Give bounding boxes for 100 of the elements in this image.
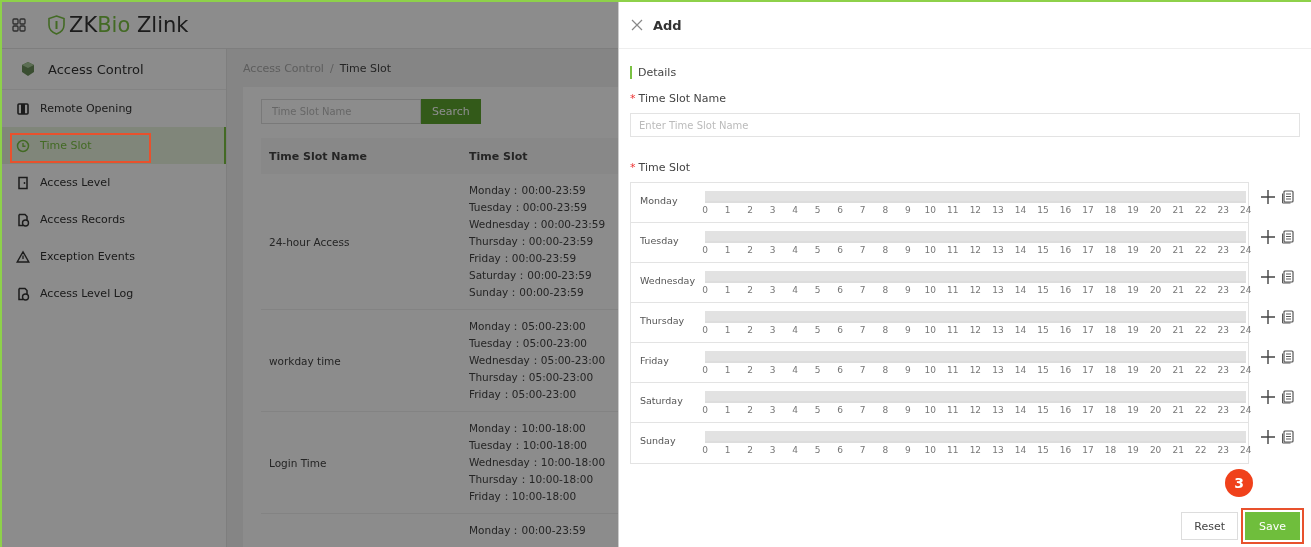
timeline-track[interactable] xyxy=(705,191,1246,203)
hour-label: 22 xyxy=(1193,325,1208,335)
hour-label: 13 xyxy=(991,405,1005,415)
hour-label: 24 xyxy=(1239,365,1253,375)
copy-icon[interactable] xyxy=(1281,350,1295,364)
hour-label: 7 xyxy=(858,205,867,215)
hour-label: 2 xyxy=(746,405,754,415)
copy-icon[interactable] xyxy=(1281,270,1295,284)
timeline-track[interactable] xyxy=(705,391,1246,403)
timeline-track[interactable] xyxy=(705,231,1246,243)
plus-icon[interactable] xyxy=(1261,230,1275,244)
hour-label: 18 xyxy=(1103,325,1118,335)
hour-label: 4 xyxy=(791,325,799,335)
hour-label: 0 xyxy=(701,245,709,255)
hour-label: 15 xyxy=(1036,365,1050,375)
hour-label: 15 xyxy=(1036,325,1050,335)
hour-label: 20 xyxy=(1148,285,1163,295)
reset-button[interactable]: Reset xyxy=(1181,512,1238,540)
sidebar-item[interactable]: Access Level xyxy=(2,164,226,201)
hour-label: 14 xyxy=(1013,325,1028,335)
hour-label: 18 xyxy=(1103,285,1118,295)
hour-label: 18 xyxy=(1103,405,1118,415)
hour-label: 0 xyxy=(701,405,709,415)
time-range: Wednesday：00:00-23:59 xyxy=(469,217,607,232)
plus-icon[interactable] xyxy=(1261,190,1275,204)
plus-icon[interactable] xyxy=(1261,350,1275,364)
plus-icon[interactable] xyxy=(1261,430,1275,444)
close-icon[interactable] xyxy=(631,19,643,31)
copy-icon[interactable] xyxy=(1281,430,1295,444)
table-cell: Login Time xyxy=(269,456,327,469)
sidebar-item[interactable]: Remote Opening xyxy=(2,90,226,127)
hour-label: 7 xyxy=(858,325,867,335)
hour-label: 14 xyxy=(1013,205,1028,215)
day-label: Sunday xyxy=(639,434,677,448)
hour-label: 16 xyxy=(1058,365,1073,375)
hour-label: 4 xyxy=(791,205,799,215)
hour-label: 23 xyxy=(1216,245,1230,255)
hour-label: 9 xyxy=(903,365,912,375)
hour-label: 21 xyxy=(1171,285,1185,295)
hour-label: 10 xyxy=(923,205,938,215)
copy-icon[interactable] xyxy=(1281,230,1295,244)
hour-label: 10 xyxy=(923,325,938,335)
hour-label: 10 xyxy=(923,245,938,255)
plus-icon[interactable] xyxy=(1261,270,1275,284)
document-icon xyxy=(16,286,30,301)
logo-text: ZKBio Zlink xyxy=(69,13,189,37)
hour-label: 10 xyxy=(923,445,938,455)
name-field[interactable]: Enter Time Slot Name xyxy=(630,113,1300,137)
hour-label: 0 xyxy=(701,205,709,215)
door-icon xyxy=(16,101,30,116)
plus-icon[interactable] xyxy=(1261,310,1275,324)
hour-label: 5 xyxy=(813,405,822,415)
hour-label: 5 xyxy=(813,245,822,255)
time-range: Saturday：00:00-23:59 xyxy=(469,268,593,283)
time-range: Monday：10:00-18:00 xyxy=(469,421,587,436)
field-label: * Time Slot xyxy=(630,161,691,174)
field-label: * Time Slot Name xyxy=(630,92,727,105)
hour-label: 20 xyxy=(1148,245,1163,255)
hour-label: 4 xyxy=(791,245,799,255)
hour-label: 24 xyxy=(1239,325,1253,335)
timeline-track[interactable] xyxy=(705,431,1246,443)
cube-icon xyxy=(20,61,36,77)
hour-label: 17 xyxy=(1081,205,1095,215)
copy-icon[interactable] xyxy=(1281,390,1295,404)
sidebar-item[interactable]: Access Records xyxy=(2,201,226,238)
hour-label: 24 xyxy=(1239,245,1253,255)
hour-label: 16 xyxy=(1058,445,1073,455)
sidebar-item[interactable]: Exception Events xyxy=(2,238,226,275)
hour-label: 8 xyxy=(881,445,890,455)
hour-label: 20 xyxy=(1148,325,1163,335)
copy-icon[interactable] xyxy=(1281,190,1295,204)
timeline-track[interactable] xyxy=(705,271,1246,283)
hour-label: 15 xyxy=(1036,205,1050,215)
hour-label: 17 xyxy=(1081,365,1095,375)
hour-label: 3 xyxy=(768,245,777,255)
hour-label: 7 xyxy=(858,405,867,415)
hour-label: 2 xyxy=(746,365,754,375)
hour-label: 4 xyxy=(791,445,799,455)
timeline-track[interactable] xyxy=(705,311,1246,323)
copy-icon[interactable] xyxy=(1281,310,1295,324)
time-range: Thursday：10:00-18:00 xyxy=(469,472,595,487)
column-header: Time Slot Name xyxy=(261,138,461,174)
timeline-track[interactable] xyxy=(705,351,1246,363)
hour-label: 15 xyxy=(1036,285,1050,295)
sidebar-item[interactable]: Access Level Log xyxy=(2,275,226,312)
hour-label: 18 xyxy=(1103,445,1118,455)
hour-label: 17 xyxy=(1081,325,1095,335)
apps-icon[interactable] xyxy=(12,18,26,32)
hour-label: 0 xyxy=(701,365,709,375)
hour-label: 21 xyxy=(1171,365,1185,375)
drawer-title: Add xyxy=(653,17,682,33)
plus-icon[interactable] xyxy=(1261,390,1275,404)
hour-label: 13 xyxy=(991,205,1005,215)
hour-label: 21 xyxy=(1171,405,1185,415)
clock-icon xyxy=(16,138,30,153)
hour-label: 12 xyxy=(968,245,983,255)
hour-label: 22 xyxy=(1193,445,1208,455)
hour-label: 21 xyxy=(1171,245,1185,255)
hour-label: 14 xyxy=(1013,365,1028,375)
time-range: Sunday：00:00-23:59 xyxy=(469,285,585,300)
